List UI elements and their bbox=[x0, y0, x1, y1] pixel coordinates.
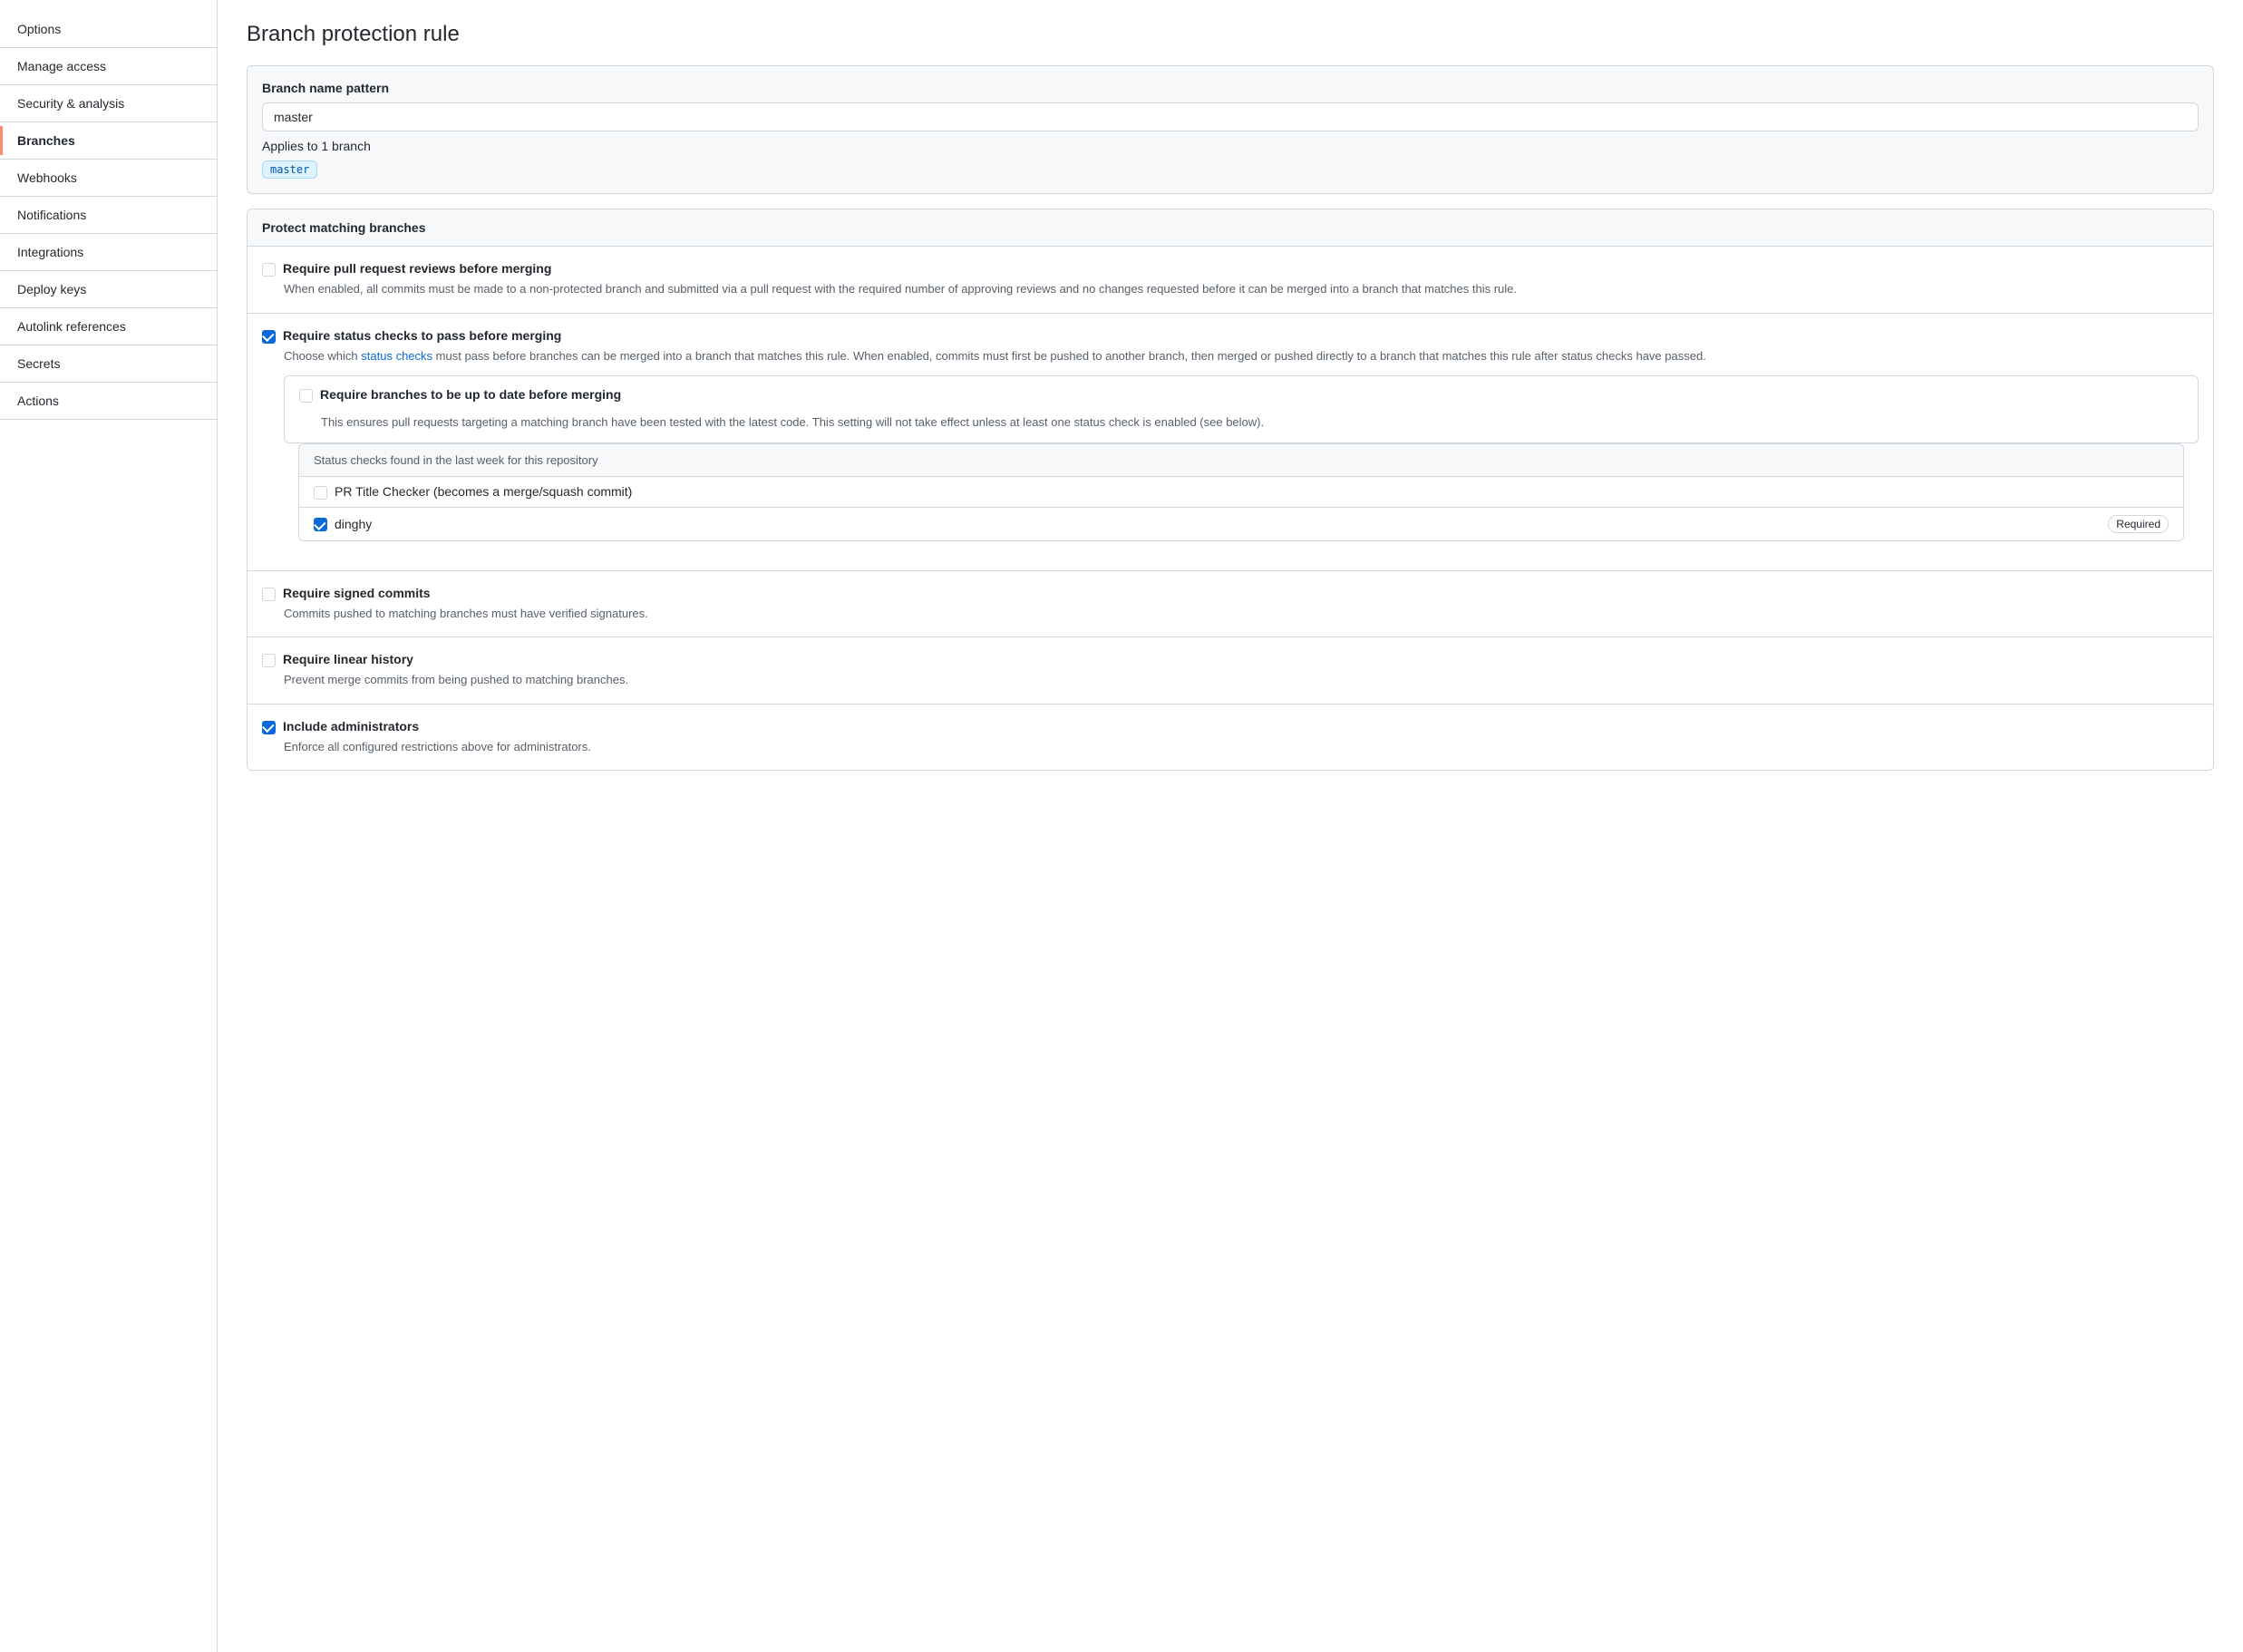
main-content: Branch protection rule Branch name patte… bbox=[218, 0, 2243, 1652]
branch-pattern-input[interactable] bbox=[262, 102, 2199, 131]
rule-row-pr-reviews: Require pull request reviews before merg… bbox=[248, 247, 2213, 314]
rule-nested-desc-up-to-date: This ensures pull requests targeting a m… bbox=[285, 413, 2198, 442]
rule-label-pr-reviews: Require pull request reviews before merg… bbox=[283, 261, 551, 276]
checkbox-up-to-date[interactable] bbox=[299, 389, 313, 403]
sidebar-divider bbox=[0, 233, 217, 234]
sidebar-item-manage-access[interactable]: Manage access bbox=[0, 52, 217, 81]
rule-body-linear-history: Prevent merge commits from being pushed … bbox=[262, 671, 2199, 689]
protect-section-title: Protect matching branches bbox=[262, 220, 426, 235]
status-check-label-dinghy: dinghy bbox=[335, 517, 372, 531]
rule-label-up-to-date: Require branches to be up to date before… bbox=[320, 387, 621, 402]
checkbox-status-checks[interactable] bbox=[262, 330, 276, 344]
applies-text: Applies to 1 branch bbox=[262, 139, 2199, 153]
sidebar-item-security-analysis[interactable]: Security & analysis bbox=[0, 89, 217, 118]
checkbox-pr-reviews[interactable] bbox=[262, 263, 276, 277]
sidebar-divider bbox=[0, 47, 217, 48]
checkbox-signed-commits[interactable] bbox=[262, 588, 276, 601]
checkbox-include-admins[interactable] bbox=[262, 721, 276, 734]
sidebar-item-secrets[interactable]: Secrets bbox=[0, 349, 217, 378]
rule-body-include-admins: Enforce all configured restrictions abov… bbox=[262, 738, 2199, 756]
status-check-row-pr-title-checker: PR Title Checker (becomes a merge/squash… bbox=[299, 477, 2183, 508]
checkbox-sc-pr-title-checker[interactable] bbox=[314, 486, 327, 500]
sidebar-divider bbox=[0, 270, 217, 271]
rule-label-status-checks: Require status checks to pass before mer… bbox=[283, 328, 561, 343]
sidebar-item-notifications[interactable]: Notifications bbox=[0, 200, 217, 229]
sidebar-item-options[interactable]: Options bbox=[0, 15, 217, 44]
status-checks-link[interactable]: status checks bbox=[361, 349, 432, 363]
protect-section: Protect matching branches Require pull r… bbox=[247, 209, 2214, 771]
branch-pattern-label: Branch name pattern bbox=[262, 81, 2199, 95]
rule-row-signed-commits: Require signed commits Commits pushed to … bbox=[248, 571, 2213, 638]
rules-container: Require pull request reviews before merg… bbox=[248, 247, 2213, 770]
sidebar-item-autolink-references[interactable]: Autolink references bbox=[0, 312, 217, 341]
page-title: Branch protection rule bbox=[247, 22, 2214, 47]
protect-section-header: Protect matching branches bbox=[248, 209, 2213, 247]
rule-row-linear-history: Require linear history Prevent merge comm… bbox=[248, 637, 2213, 705]
rule-nested-header-up-to-date: Require branches to be up to date before… bbox=[285, 376, 2198, 413]
branch-pattern-section: Branch name pattern Applies to 1 branch … bbox=[247, 65, 2214, 194]
sidebar-divider bbox=[0, 121, 217, 122]
sidebar: Options Manage access Security & analysis B… bbox=[0, 0, 218, 1652]
rule-body-status-checks: Choose which status checks must pass bef… bbox=[262, 347, 2199, 365]
required-badge-dinghy: Required bbox=[2108, 515, 2169, 533]
sidebar-divider bbox=[0, 159, 217, 160]
rule-row-include-admins: Include administrators Enforce all config… bbox=[248, 705, 2213, 771]
sidebar-item-integrations[interactable]: Integrations bbox=[0, 238, 217, 267]
rule-label-signed-commits: Require signed commits bbox=[283, 586, 431, 600]
rule-header-linear-history: Require linear history bbox=[262, 652, 2199, 667]
sidebar-item-deploy-keys[interactable]: Deploy keys bbox=[0, 275, 217, 304]
status-check-label-pr-title-checker: PR Title Checker (becomes a merge/squash… bbox=[335, 484, 632, 499]
sidebar-divider bbox=[0, 196, 217, 197]
sidebar-divider bbox=[0, 84, 217, 85]
status-check-left-dinghy: dinghy bbox=[314, 516, 372, 531]
rule-header-pr-reviews: Require pull request reviews before merg… bbox=[262, 261, 2199, 277]
branch-tag: master bbox=[262, 160, 317, 179]
sidebar-item-webhooks[interactable]: Webhooks bbox=[0, 163, 217, 192]
status-check-row-dinghy: dinghy Required bbox=[299, 508, 2183, 540]
sidebar-item-branches[interactable]: Branches bbox=[0, 126, 217, 155]
checkbox-linear-history[interactable] bbox=[262, 654, 276, 667]
sidebar-divider bbox=[0, 419, 217, 420]
status-check-left-pr-title-checker: PR Title Checker (becomes a merge/squash… bbox=[314, 484, 632, 500]
rule-header-signed-commits: Require signed commits bbox=[262, 586, 2199, 601]
rule-header-status-checks: Require status checks to pass before mer… bbox=[262, 328, 2199, 344]
rule-body-pr-reviews: When enabled, all commits must be made t… bbox=[262, 280, 2199, 298]
rule-body-signed-commits: Commits pushed to matching branches must… bbox=[262, 605, 2199, 623]
rule-nested-up-to-date: Require branches to be up to date before… bbox=[284, 375, 2199, 443]
sidebar-item-actions[interactable]: Actions bbox=[0, 386, 217, 415]
rule-label-include-admins: Include administrators bbox=[283, 719, 419, 734]
rule-label-linear-history: Require linear history bbox=[283, 652, 413, 666]
sidebar-divider bbox=[0, 307, 217, 308]
sidebar-divider bbox=[0, 382, 217, 383]
rule-header-include-admins: Include administrators bbox=[262, 719, 2199, 734]
status-checks-header: Status checks found in the last week for… bbox=[299, 444, 2183, 477]
status-checks-box: Status checks found in the last week for… bbox=[298, 443, 2184, 541]
rule-row-status-checks: Require status checks to pass before mer… bbox=[248, 314, 2213, 571]
checkbox-sc-dinghy[interactable] bbox=[314, 518, 327, 531]
